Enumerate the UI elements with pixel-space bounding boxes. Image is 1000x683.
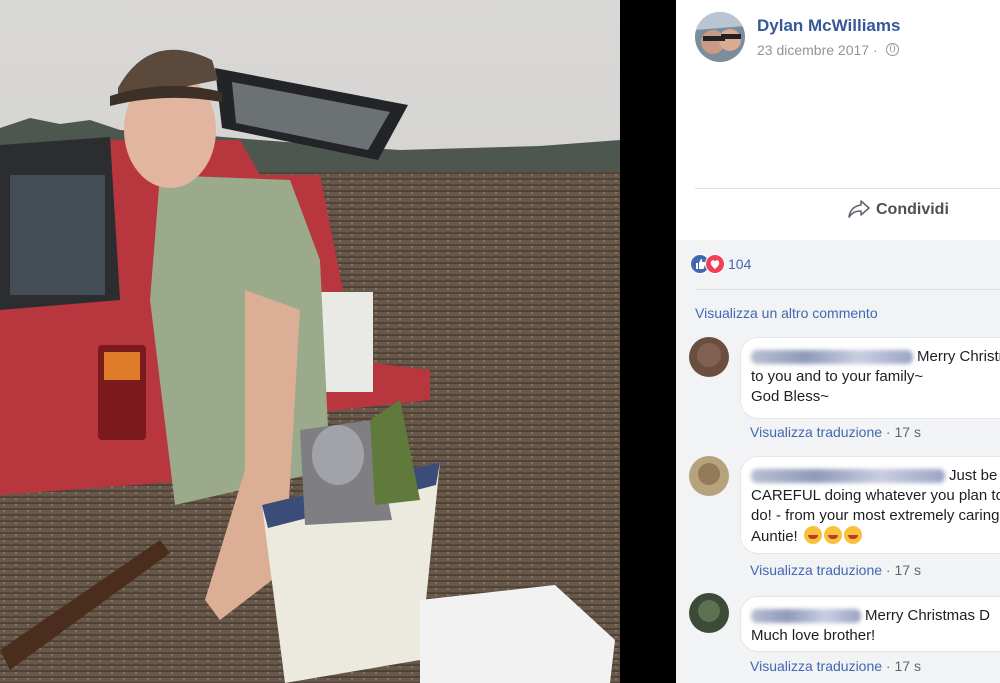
translate-link[interactable]: Visualizza traduzione bbox=[750, 424, 882, 440]
globe-icon bbox=[885, 43, 899, 56]
author-avatar[interactable] bbox=[695, 12, 745, 62]
comment-actions: Visualizza traduzione · 17 s bbox=[750, 562, 921, 578]
divider bbox=[695, 188, 1000, 189]
squinting-face-with-tongue-icon bbox=[843, 526, 862, 544]
post-photo[interactable] bbox=[0, 0, 620, 683]
squinting-face-with-tongue-icon bbox=[803, 526, 822, 544]
translate-link[interactable]: Visualizza traduzione bbox=[750, 658, 882, 674]
commenter-avatar[interactable] bbox=[689, 593, 729, 633]
divider bbox=[695, 289, 1000, 290]
comment-actions: Visualizza traduzione · 17 s bbox=[750, 658, 921, 674]
comment-bubble: Just be CAREFUL doing whatever you plan … bbox=[740, 456, 1000, 554]
view-more-comments-link[interactable]: Visualizza un altro commento bbox=[695, 305, 878, 321]
commenter-name[interactable] bbox=[751, 469, 945, 484]
post-timestamp[interactable]: 23 dicembre 2017 · bbox=[757, 42, 899, 58]
comment-time[interactable]: 17 s bbox=[895, 658, 921, 674]
comment-bubble: Merry Christmas D Much love brother! bbox=[740, 596, 1000, 652]
share-button[interactable]: Condividi bbox=[848, 200, 949, 219]
commenter-name[interactable] bbox=[751, 609, 861, 624]
commenter-avatar[interactable] bbox=[689, 337, 729, 377]
commenter-avatar[interactable] bbox=[689, 456, 729, 496]
author-name-link[interactable]: Dylan McWilliams bbox=[757, 16, 900, 36]
photo-viewer: Dylan McWilliams 23 dicembre 2017 · Cond… bbox=[0, 0, 1000, 683]
reactions-summary[interactable]: 104 bbox=[690, 254, 751, 274]
rolling-on-floor-laughing-icon bbox=[823, 526, 842, 544]
translate-link[interactable]: Visualizza traduzione bbox=[750, 562, 882, 578]
reaction-count: 104 bbox=[728, 256, 752, 272]
comment-time[interactable]: 17 s bbox=[895, 424, 921, 440]
comment-bubble: Merry Christmas to you and to your famil… bbox=[740, 337, 1000, 419]
post-date[interactable]: 23 dicembre 2017 · bbox=[757, 42, 882, 58]
commenter-name[interactable] bbox=[751, 350, 913, 365]
love-reaction-icon bbox=[705, 254, 725, 274]
share-icon bbox=[848, 200, 870, 218]
share-label: Condividi bbox=[876, 201, 949, 218]
post-panel: Dylan McWilliams 23 dicembre 2017 · Cond… bbox=[676, 0, 1000, 683]
comment-time[interactable]: 17 s bbox=[895, 562, 921, 578]
comment-actions: Visualizza traduzione · 17 s bbox=[750, 424, 921, 440]
